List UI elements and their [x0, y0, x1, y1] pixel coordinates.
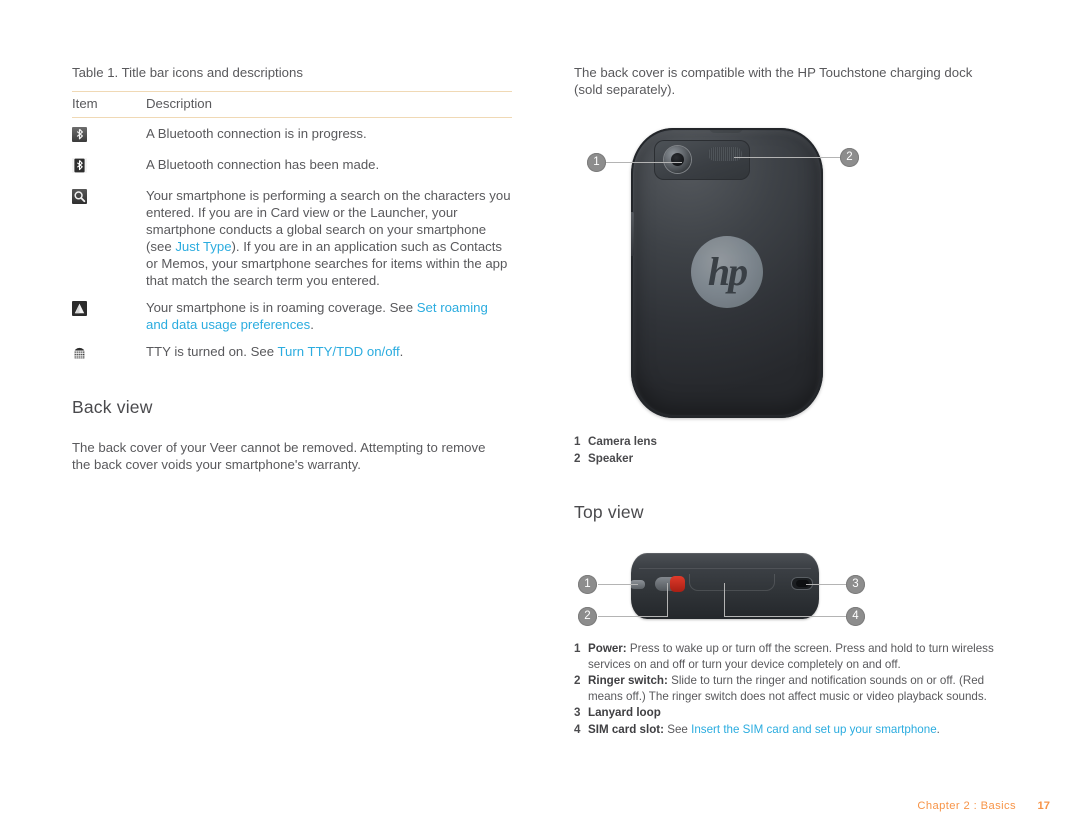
leader-line-top-4-vertical — [724, 583, 725, 616]
leader-line-top-2 — [598, 616, 668, 617]
table-header-description: Description — [146, 91, 512, 118]
camera-lens-icon — [671, 153, 684, 166]
leader-line-back-2 — [734, 157, 842, 158]
callout-top-2: 2 — [578, 607, 597, 626]
table-cell-item — [72, 118, 146, 150]
list-item: 3 Lanyard loop — [574, 705, 1004, 721]
volume-button — [631, 212, 634, 256]
table-cell-description: Your smartphone is in roaming coverage. … — [146, 292, 512, 336]
legend-number: 4 — [574, 722, 581, 736]
table-header-item: Item — [72, 91, 146, 118]
table-cell-description: A Bluetooth connection has been made. — [146, 149, 512, 180]
page-footer: Chapter 2 : Basics 17 — [0, 800, 1080, 818]
legend-label: SIM card slot: See Insert the SIM card a… — [588, 722, 1004, 738]
leader-line-top-3 — [806, 584, 848, 585]
leader-line-top-4 — [724, 616, 848, 617]
legend-term: Power: — [588, 642, 627, 655]
callout-back-2: 2 — [840, 148, 859, 167]
back-view-paragraph: The back cover of your Veer cannot be re… — [72, 440, 486, 472]
legend-label: Power: Press to wake up or turn off the … — [588, 641, 1004, 672]
hp-logo-glyph: hp — [707, 249, 748, 294]
description-text: A Bluetooth connection is in progress. — [146, 126, 367, 141]
callout-top-3: 3 — [846, 575, 865, 594]
legend-description-tail: . — [936, 722, 940, 736]
table-row: Your smartphone is performing a search o… — [72, 180, 512, 292]
description-text: Your smartphone is in roaming coverage. … — [146, 300, 417, 315]
list-item: 2 Ringer switch: Slide to turn the ringer… — [574, 673, 1004, 704]
phone-top-nub — [709, 128, 743, 133]
title-bar-icons-table: Item Description A Bluetooth connection … — [72, 91, 512, 367]
phone-seam — [639, 568, 811, 569]
legend-number: 2 — [574, 674, 581, 687]
legend-label: Ringer switch: Slide to turn the ringer … — [588, 673, 1004, 704]
table-cell-item — [72, 336, 146, 367]
table-body: A Bluetooth connection is in progress. A … — [72, 118, 512, 368]
hp-logo-icon: hp — [691, 236, 763, 308]
leader-line-back-1 — [606, 162, 682, 163]
description-text: . — [310, 317, 314, 332]
list-item: 2 Speaker — [574, 451, 1016, 467]
table-row: A Bluetooth connection has been made. — [72, 149, 512, 180]
legend-number: 2 — [574, 451, 581, 465]
legend-label: Lanyard loop — [588, 705, 1004, 721]
search-icon — [72, 189, 87, 204]
legend-term: Lanyard loop — [588, 706, 661, 719]
table-cell-description: TTY is turned on. See Turn TTY/TDD on/of… — [146, 336, 512, 367]
cross-reference-link[interactable]: Insert the SIM card and set up your smar… — [691, 723, 937, 736]
leader-line-top-2-vertical — [667, 583, 668, 616]
top-view-legend: 1 Power: Press to wake up or turn off the… — [574, 641, 1004, 737]
description-text: TTY is turned on. See — [146, 344, 278, 359]
table-row: TTY is turned on. See Turn TTY/TDD on/of… — [72, 336, 512, 367]
legend-term: SIM card slot: — [588, 722, 665, 736]
footer-chapter: Chapter 2 : Basics — [917, 800, 1016, 812]
description-text: . — [399, 344, 404, 359]
legend-description: Press to wake up or turn off the screen.… — [588, 642, 994, 671]
legend-description: See — [664, 722, 692, 736]
list-item: 4 SIM card slot: See Insert the SIM card … — [574, 722, 1004, 738]
tty-icon — [72, 345, 87, 360]
callout-back-1: 1 — [587, 153, 606, 172]
legend-term: Ringer switch: — [588, 674, 668, 687]
top-view-figure: 1 2 3 4 — [574, 545, 1016, 635]
table-caption: Table 1. Title bar icons and description… — [72, 65, 303, 80]
back-view-figure: hp 1 2 — [574, 120, 1016, 438]
table-cell-description: A Bluetooth connection is in progress. — [146, 118, 512, 150]
footer-page-number: 17 — [1037, 800, 1050, 812]
back-view-legend: 1 Camera lens 2 Speaker — [574, 434, 1016, 466]
left-column: Table 1. Title bar icons and description… — [72, 64, 512, 486]
table-cell-item — [72, 149, 146, 180]
table-row: Your smartphone is in roaming coverage. … — [72, 292, 512, 336]
phone-back-illustration: hp — [631, 128, 823, 418]
phone-lid-line — [689, 574, 775, 591]
leader-line-top-1 — [598, 584, 638, 585]
legend-number: 1 — [574, 642, 581, 655]
table-header-row: Item Description — [72, 91, 512, 118]
cross-reference-link[interactable]: Turn TTY/TDD on/off — [277, 344, 399, 359]
table-cell-description: Your smartphone is performing a search o… — [146, 180, 512, 292]
document-page: Table 1. Title bar icons and description… — [0, 0, 1080, 834]
speaker-grille — [708, 147, 742, 161]
ringer-switch-red-indicator — [670, 576, 685, 592]
page-title-top-view: Top view — [574, 502, 644, 522]
callout-top-4: 4 — [846, 607, 865, 626]
description-text: A Bluetooth connection has been made. — [146, 157, 380, 172]
table-row: A Bluetooth connection is in progress. — [72, 118, 512, 150]
bluetooth-connected-icon — [72, 158, 87, 173]
cross-reference-link[interactable]: Just Type — [175, 239, 231, 254]
right-column: The back cover is compatible with the HP… — [574, 64, 1016, 738]
list-item: 1 Power: Press to wake up or turn off the… — [574, 641, 1004, 672]
back-cover-intro-paragraph: The back cover is compatible with the HP… — [574, 65, 973, 97]
roaming-icon — [72, 301, 87, 316]
table-cell-item — [72, 292, 146, 336]
phone-top-illustration — [631, 553, 819, 619]
bluetooth-in-progress-icon — [72, 127, 87, 142]
page-title-back-view: Back view — [72, 397, 153, 417]
table-cell-item — [72, 180, 146, 292]
legend-number: 3 — [574, 706, 581, 719]
callout-top-1: 1 — [578, 575, 597, 594]
legend-label: Speaker — [588, 451, 634, 465]
